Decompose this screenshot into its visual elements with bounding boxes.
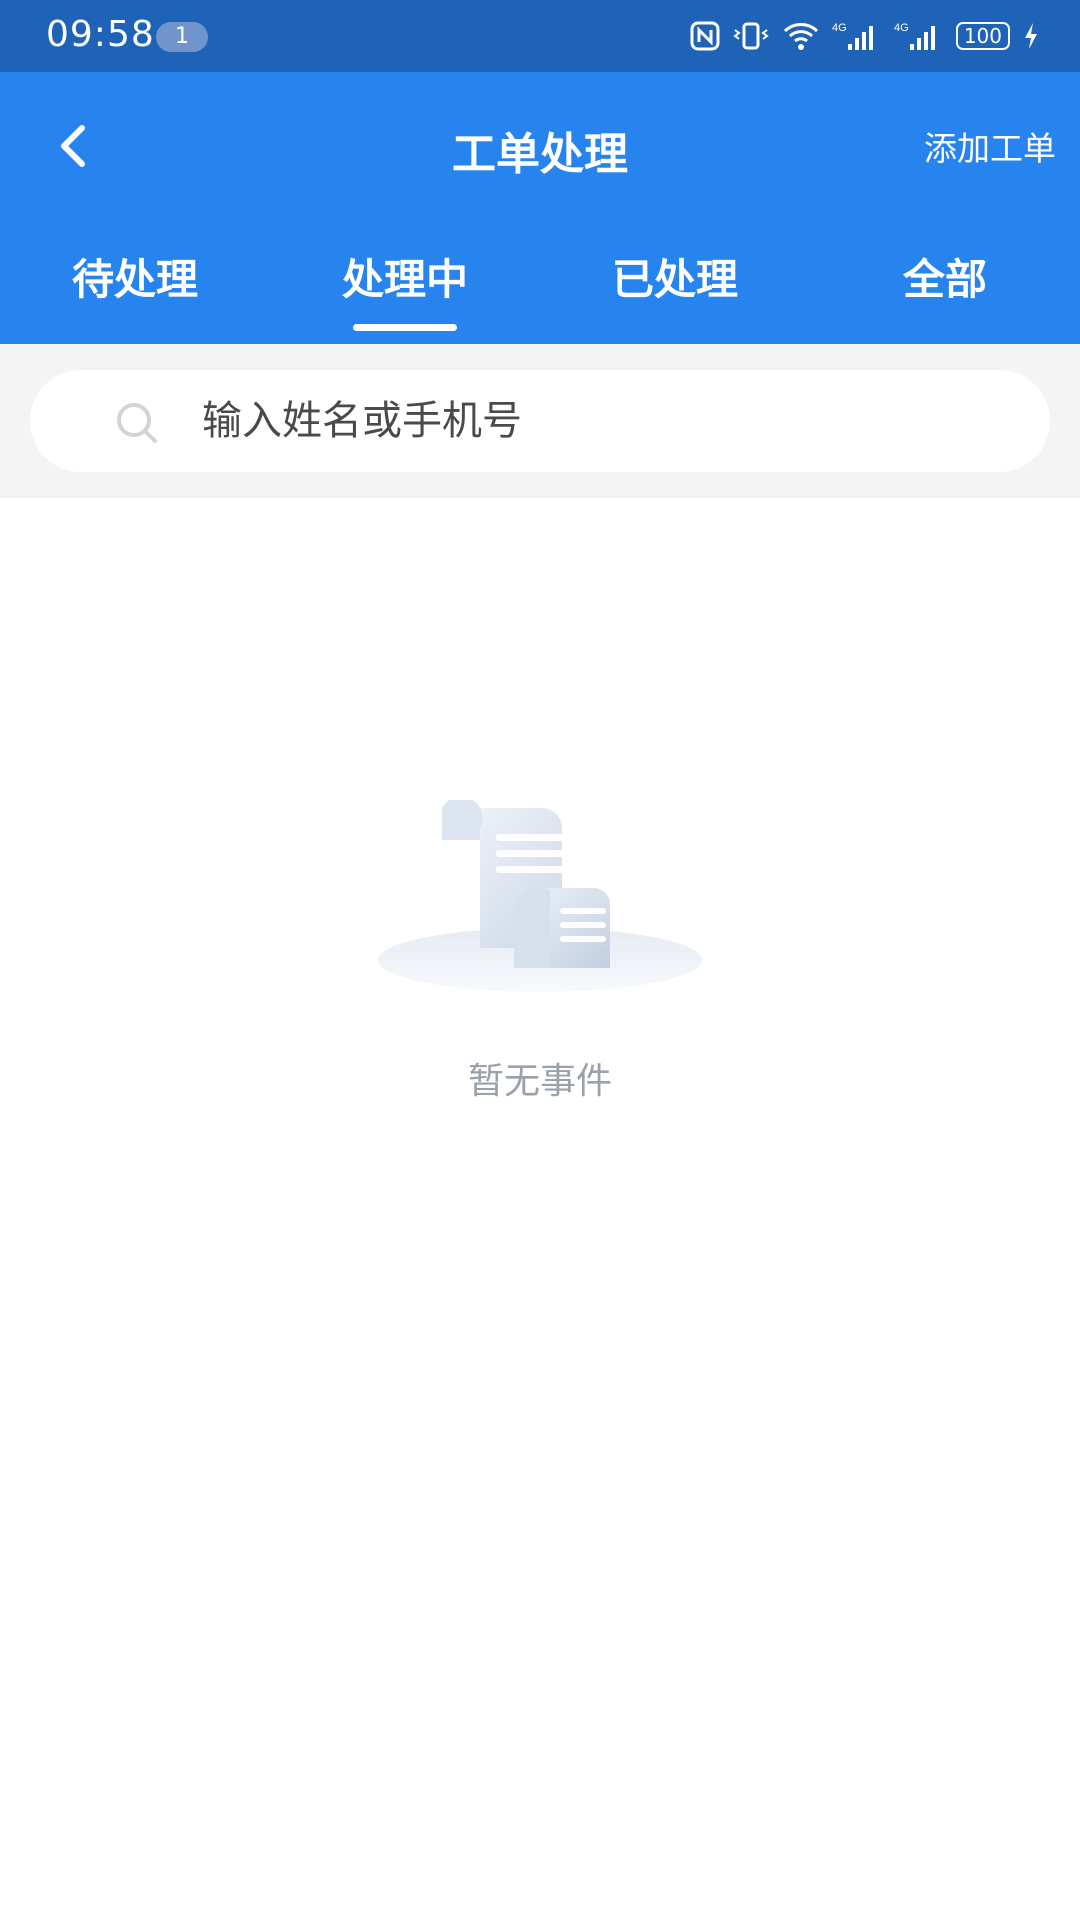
vibrate-icon [732,21,770,51]
network-type-label: 4G [832,22,847,34]
search-area [0,344,1080,498]
empty-documents-illustration [378,800,702,992]
network-type-label: 4G [894,22,909,34]
status-bar: 09:58 1 4G 4G 100 [0,0,1080,72]
charging-icon [1022,21,1040,51]
battery-icon: 100 [955,22,1010,50]
tab-in-progress[interactable]: 处理中 [270,242,540,344]
search-box[interactable] [30,370,1050,472]
nfc-icon [690,21,720,51]
active-tab-indicator [353,324,457,331]
empty-state-message: 暂无事件 [467,1061,612,1102]
search-input[interactable] [202,370,1022,472]
tab-processed[interactable]: 已处理 [540,242,810,344]
signal-icon: 4G [894,20,944,52]
signal-icon: 4G [832,20,882,52]
page-title: 工单处理 [452,129,628,180]
status-time: 09:58 [46,14,155,55]
notification-count-badge: 1 [156,22,208,52]
status-icons: 4G 4G 100 [690,14,1040,58]
tab-label: 处理中 [341,255,468,304]
app-header: 工单处理 添加工单 待处理 处理中 已处理 全部 [0,72,1080,344]
add-order-button[interactable]: 添加工单 [924,122,1056,170]
wifi-icon [782,21,820,51]
search-icon [117,403,157,443]
tab-pending[interactable]: 待处理 [0,242,270,344]
tab-all[interactable]: 全部 [810,242,1080,344]
status-tabs: 待处理 处理中 已处理 全部 [0,242,1080,344]
